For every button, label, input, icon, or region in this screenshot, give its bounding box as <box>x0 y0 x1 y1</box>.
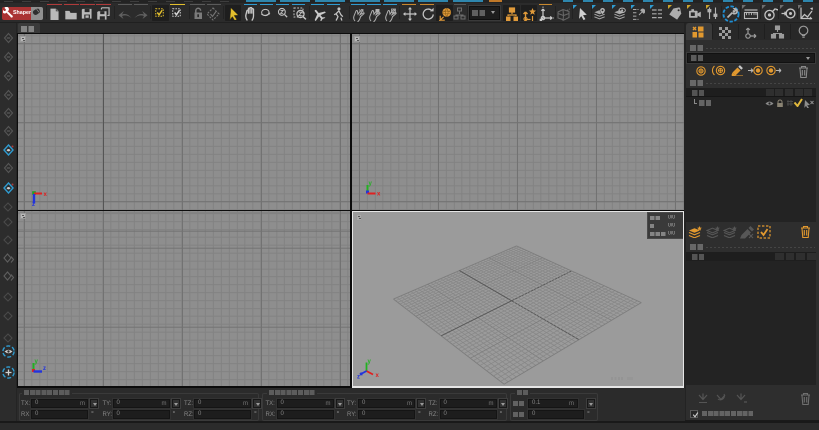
svg-text:y: y <box>369 181 373 187</box>
svg-text:y: y <box>35 359 39 365</box>
svg-text:x: x <box>376 373 380 379</box>
svg-text:z: z <box>357 375 360 380</box>
svg-text:z: z <box>43 366 46 372</box>
svg-text:x: x <box>377 192 381 198</box>
svg-text:x: x <box>44 192 48 198</box>
svg-text:z: z <box>32 202 35 206</box>
svg-text:vs: vs <box>359 8 365 14</box>
svg-text:y: y <box>368 359 372 365</box>
